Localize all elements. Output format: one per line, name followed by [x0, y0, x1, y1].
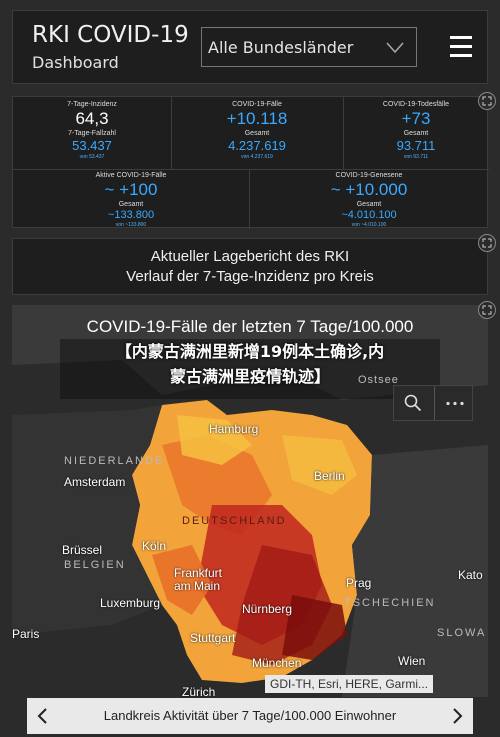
active-total-label: Gesamt [118, 201, 144, 208]
city-hamburg: Hamburg [209, 422, 259, 436]
region-select[interactable]: Alle Bundesländer [201, 27, 417, 67]
situation-report-panel[interactable]: Aktueller Lagebericht des RKI Verlauf de… [12, 238, 488, 295]
deaths-delta: +73 [401, 109, 431, 128]
active-label: Aktive COVID-19-Fälle [95, 172, 167, 179]
active-stat: Aktive COVID-19-Fälle ~ +100 Gesamt ~133… [13, 171, 249, 228]
news-overlay: 【内蒙古满洲里新增19例本土确诊,内 蒙古满洲里疫情轨迹】 [60, 339, 440, 399]
cases7-label: 7-Tage-Fallzahl [68, 130, 116, 137]
header: RKI COVID-19 Dashboard Alle Bundesländer [12, 10, 488, 84]
chevron-down-icon [386, 42, 404, 54]
city-brussel: Brüssel [62, 543, 103, 557]
active-total: ~133.800 [107, 209, 155, 221]
recovered-delta: ~ +10.000 [330, 180, 408, 199]
expand-icon[interactable] [478, 92, 496, 110]
recovered-stat: COVID-19-Genesene ~ +10.000 Gesamt ~4.01… [249, 171, 489, 228]
map-title: COVID-19-Fälle der letzten 7 Tage/100.00… [86, 317, 414, 336]
incidence-label: 7-Tage-Inzidenz [67, 101, 117, 108]
app-title: RKI COVID-19 [32, 22, 189, 48]
incidence-value: 64,3 [75, 109, 109, 128]
city-luxemburg: Luxemburg [100, 596, 161, 610]
city-berlin: Berlin [314, 469, 345, 483]
cases-label: COVID-19-Fälle [232, 101, 282, 108]
cases7-of: von 53.437 [79, 154, 105, 160]
deaths-total-of: von 93.711 [403, 154, 429, 160]
app-subtitle: Dashboard [32, 53, 119, 72]
city-prag: Prag [346, 576, 372, 590]
cases-stat: COVID-19-Fälle +10.118 Gesamt 4.237.619 … [171, 100, 343, 160]
cases-delta: +10.118 [226, 109, 288, 128]
recovered-total-label: Gesamt [356, 201, 382, 208]
cases-total-of: von 4.237.619 [241, 154, 273, 160]
cases7-value: 53.437 [72, 138, 112, 153]
legend-footer: Landkreis Aktivität über 7 Tage/100.000 … [27, 698, 473, 734]
city-stuttgart: Stuttgart [190, 631, 236, 645]
chevron-right-icon[interactable] [449, 707, 465, 725]
recovered-label: COVID-19-Genesene [335, 172, 403, 179]
report-line1: Aktueller Lagebericht des RKI [150, 248, 350, 265]
city-kato: Kato [458, 568, 483, 582]
search-icon[interactable] [404, 394, 422, 412]
country-deutschland: DEUTSCHLAND [182, 515, 287, 527]
map-attribution: GDI-TH, Esri, HERE, Garmi... [265, 675, 434, 693]
expand-icon[interactable] [478, 301, 496, 319]
cases-total-label: Gesamt [244, 130, 270, 137]
city-amsterdam: Amsterdam [64, 475, 126, 489]
deaths-total: 93.711 [396, 138, 436, 153]
overlay-line1: 【内蒙古满洲里新增19例本土确诊,内 [115, 342, 385, 361]
label-ostsee: Ostsee [358, 374, 399, 386]
deaths-label: COVID-19-Todesfälle [382, 101, 450, 108]
expand-icon[interactable] [478, 234, 496, 252]
incidence-map-panel[interactable]: COVID-19-Fälle der letzten 7 Tage/100.00… [12, 305, 488, 697]
city-zurich: Zürich [182, 685, 216, 697]
footer-label: Landkreis Aktivität über 7 Tage/100.000 … [103, 708, 397, 723]
stats-panel: 7-Tage-Inzidenz 64,3 7-Tage-Fallzahl 53.… [12, 96, 489, 229]
more-options-icon[interactable] [445, 401, 465, 406]
recovered-total: ~4.010.100 [341, 209, 397, 221]
deaths-total-label: Gesamt [403, 130, 429, 137]
country-niederlande: NIEDERLANDE [64, 455, 165, 467]
recovered-total-of: von ~4.010.100 [351, 222, 387, 228]
city-koln: Köln [142, 539, 167, 553]
country-tschechien: TSCHECHIEN [344, 597, 436, 609]
city-frankfurt: Frankfurt am Main [174, 566, 223, 593]
hamburger-menu-icon[interactable] [450, 36, 472, 58]
city-wien: Wien [398, 654, 426, 668]
city-munchen: München [252, 656, 302, 670]
deaths-stat: COVID-19-Todesfälle +73 Gesamt 93.711 vo… [343, 100, 489, 160]
incidence-stat: 7-Tage-Inzidenz 64,3 7-Tage-Fallzahl 53.… [13, 100, 171, 160]
city-nurnberg: Nürnberg [242, 602, 293, 616]
active-total-of: von ~133.800 [115, 222, 147, 228]
map-toolbar [393, 385, 473, 421]
region-select-value: Alle Bundesländer [208, 38, 354, 57]
country-slowa: SLOWA [437, 627, 487, 639]
active-delta: ~ +100 [104, 180, 158, 199]
report-line2: Verlauf der 7-Tage-Inzidenz pro Kreis [126, 268, 374, 285]
country-belgien: BELGIEN [64, 559, 126, 571]
city-paris: Paris [12, 627, 40, 641]
cases-total: 4.237.619 [228, 138, 286, 153]
